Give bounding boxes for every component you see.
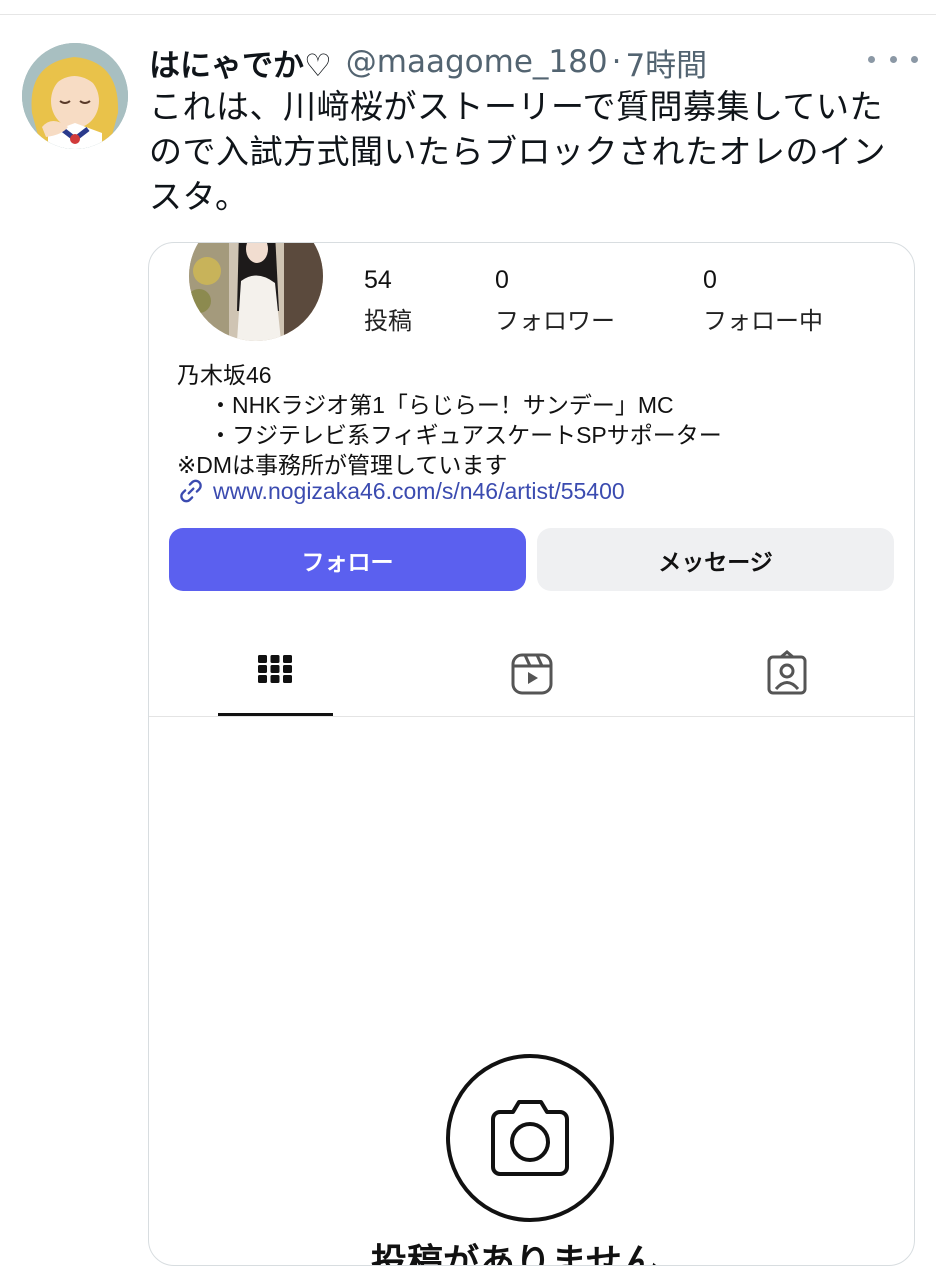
tab-divider	[149, 716, 914, 717]
profile-photo	[189, 243, 323, 341]
more-dot	[868, 55, 875, 63]
following-stat[interactable]: 0 フォロー中	[703, 265, 823, 337]
posts-stat[interactable]: 54 投稿	[364, 265, 412, 337]
bio-line: ※DMは事務所が管理しています	[177, 452, 508, 478]
empty-state-text: 投稿がありません	[371, 1241, 658, 1266]
tab-tagged[interactable]	[727, 643, 847, 711]
tab-reels[interactable]	[472, 643, 592, 711]
bio-line: ・NHKラジオ第1「らじらー！サンデー」MC	[209, 392, 674, 418]
tab-posts-grid[interactable]	[215, 643, 335, 711]
bio-line: ・フジテレビ系フィギュアスケートSPサポーター	[209, 422, 722, 448]
posts-count: 54	[364, 266, 392, 294]
bio-name: 乃木坂46	[177, 362, 272, 388]
followers-count: 0	[495, 266, 509, 294]
tweet-text-line: ので入試方式聞いたらブロックされたオレのイン	[149, 132, 886, 171]
grid-icon	[258, 655, 292, 683]
top-divider	[0, 14, 936, 15]
attached-image[interactable]: 54 投稿 0 フォロワー 0 フォロー中 乃木坂46 ・NHKラジオ第1「らじ…	[148, 242, 915, 1266]
tweet-timestamp[interactable]: 7時間	[625, 40, 707, 85]
user-handle[interactable]: @maagome_180	[346, 44, 608, 80]
link-icon	[180, 479, 202, 503]
profile-link-text[interactable]: www.nogizaka46.com/s/n46/artist/55400	[213, 478, 625, 505]
more-icon[interactable]	[868, 46, 918, 72]
reels-icon	[511, 653, 553, 695]
tagged-icon	[767, 650, 807, 695]
profile-bio: 乃木坂46 ・NHKラジオ第1「らじらー！サンデー」MC ・フジテレビ系フィギュ…	[177, 360, 897, 480]
follow-button[interactable]: フォロー	[169, 528, 526, 591]
following-count: 0	[703, 266, 717, 294]
message-button[interactable]: メッセージ	[537, 528, 894, 591]
tweet-text: これは、川﨑桜がストーリーで質問募集していた ので入試方式聞いたらブロックされた…	[149, 84, 899, 219]
tweet-text-line: スタ。	[149, 177, 249, 216]
user-avatar-icon[interactable]	[22, 43, 128, 149]
display-name[interactable]: はにゃでか♡	[149, 40, 332, 85]
posts-label: 投稿	[364, 308, 412, 335]
tweet-text-line: これは、川﨑桜がストーリーで質問募集していた	[149, 87, 884, 126]
profile-link[interactable]: www.nogizaka46.com/s/n46/artist/55400	[177, 477, 625, 505]
following-label: フォロー中	[703, 308, 823, 335]
tweet-header: はにゃでか♡ @maagome_180 · 7時間	[149, 40, 707, 84]
followers-stat[interactable]: 0 フォロワー	[495, 265, 615, 337]
more-dot	[911, 55, 918, 63]
followers-label: フォロワー	[495, 308, 615, 335]
more-dot	[889, 55, 897, 63]
separator-dot: ·	[611, 44, 622, 80]
camera-icon	[445, 1053, 615, 1223]
